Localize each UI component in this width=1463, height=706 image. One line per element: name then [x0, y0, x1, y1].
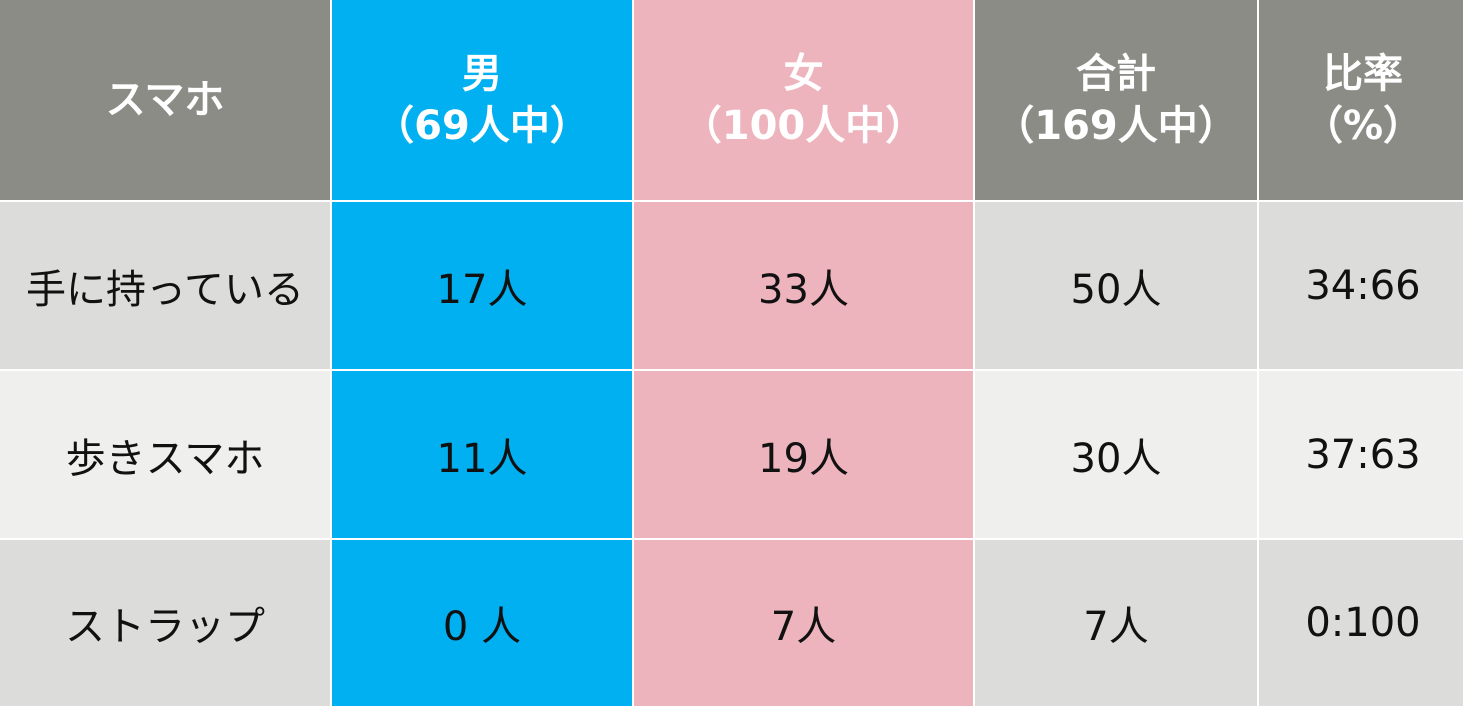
- row-ratio-value: 37:63: [1259, 371, 1463, 538]
- row-male-value: 0 人: [332, 540, 632, 706]
- header-total-label: 合計: [1076, 51, 1156, 97]
- row-label: ストラップ: [0, 540, 330, 706]
- row-female-value: 7人: [634, 540, 973, 706]
- row-total-value: 50人: [975, 202, 1257, 369]
- row-ratio-value: 0:100: [1259, 540, 1463, 706]
- row-label: 手に持っている: [0, 202, 330, 369]
- header-female-count: （100人中）: [681, 103, 926, 149]
- header-female-label: 女: [783, 51, 824, 97]
- header-ratio: 比率 （%）: [1259, 0, 1463, 200]
- row-female-value: 19人: [634, 371, 973, 538]
- row-ratio-value: 34:66: [1259, 202, 1463, 369]
- row-label: 歩きスマホ: [0, 371, 330, 538]
- header-total-count: （169人中）: [994, 103, 1238, 149]
- row-male-value: 17人: [332, 202, 632, 369]
- header-smartphone: スマホ: [0, 0, 330, 200]
- header-male-count: （69人中）: [374, 103, 590, 149]
- header-smartphone-label: スマホ: [105, 77, 225, 123]
- header-male-label: 男: [462, 51, 502, 97]
- header-total: 合計 （169人中）: [975, 0, 1257, 200]
- header-ratio-label: 比率: [1323, 51, 1403, 97]
- row-total-value: 30人: [975, 371, 1257, 538]
- header-male: 男 （69人中）: [332, 0, 632, 200]
- row-total-value: 7人: [975, 540, 1257, 706]
- row-female-value: 33人: [634, 202, 973, 369]
- smartphone-usage-table: スマホ 男 （69人中） 女 （100人中） 合計 （169人中） 比率 （%）…: [0, 0, 1463, 706]
- header-ratio-unit: （%）: [1302, 103, 1424, 149]
- row-male-value: 11人: [332, 371, 632, 538]
- header-female: 女 （100人中）: [634, 0, 973, 200]
